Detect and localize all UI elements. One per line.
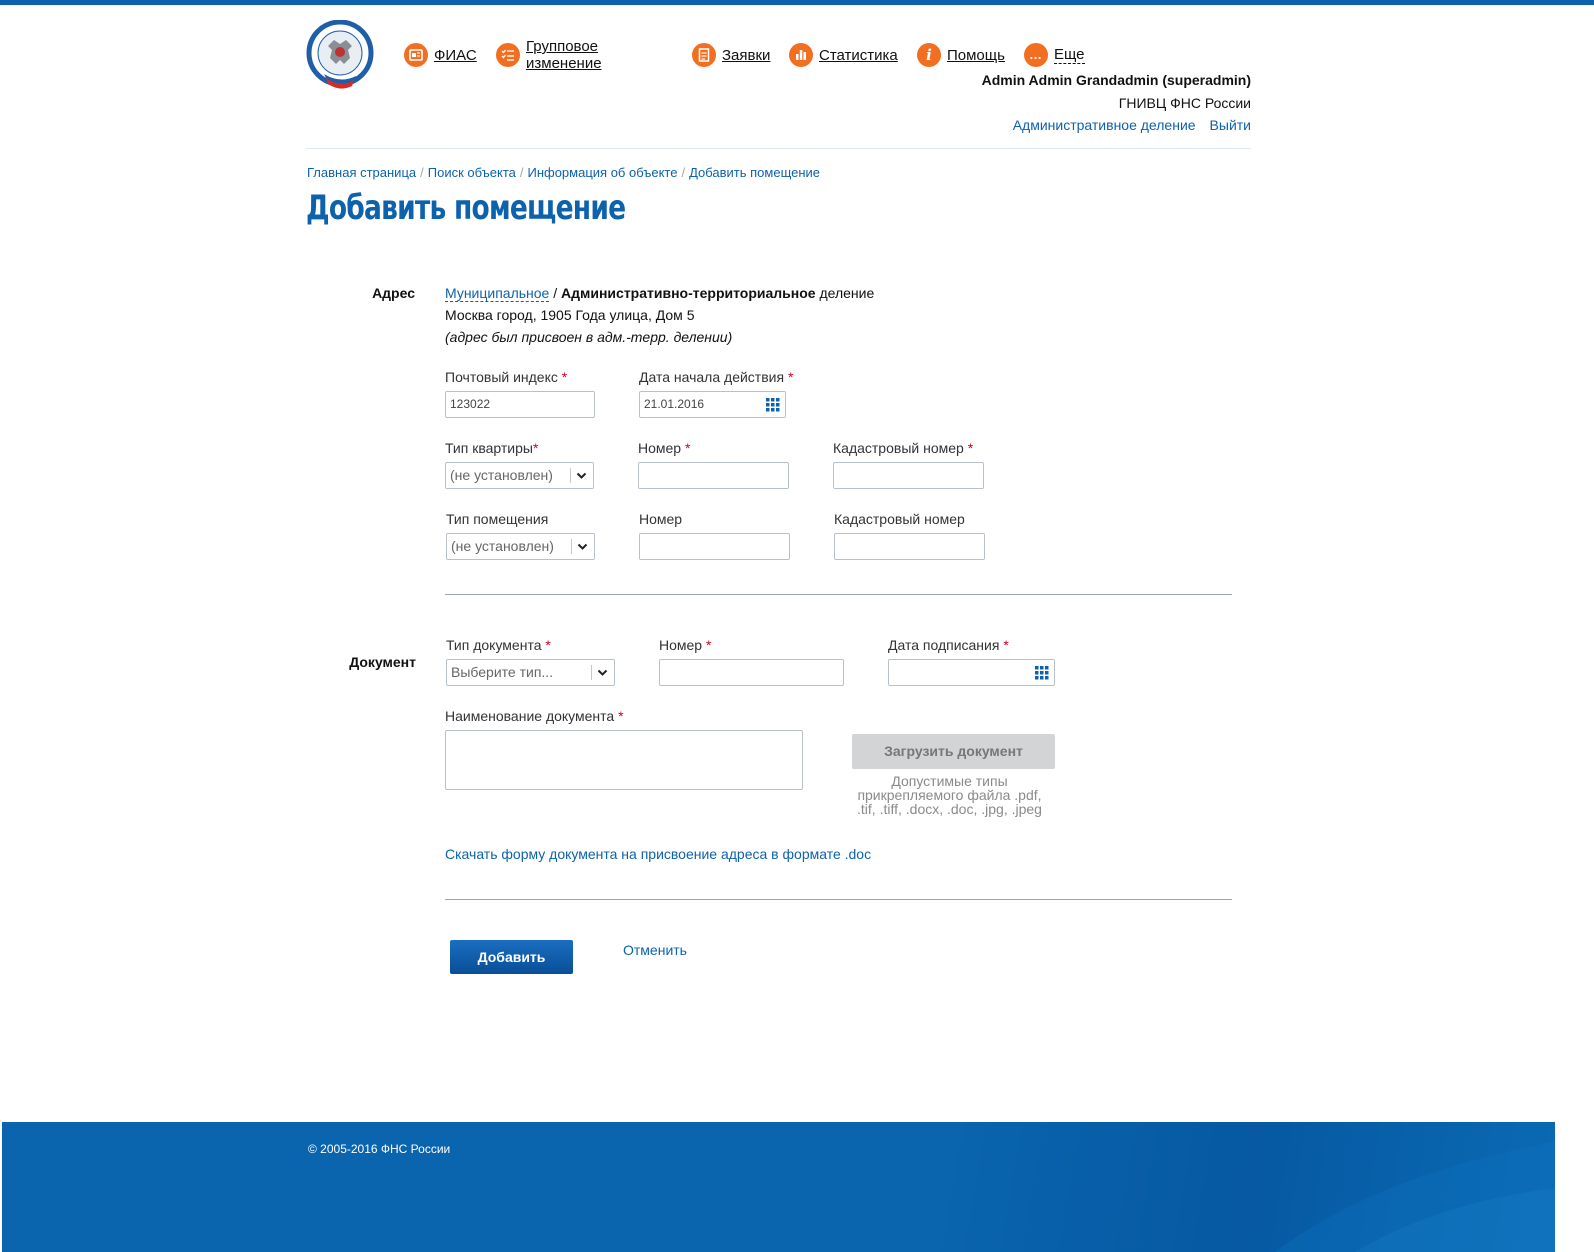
- more-icon: …: [1024, 43, 1048, 67]
- header-divider: [306, 148, 1251, 149]
- download-form-link[interactable]: Скачать форму документа на присвоение ад…: [445, 846, 871, 862]
- postal-index-label: Почтовый индекс *: [445, 369, 568, 385]
- apartment-type-select[interactable]: (не установлен): [445, 462, 594, 489]
- apartment-number-label: Номер *: [638, 440, 691, 456]
- footer-copyright: © 2005-2016 ФНС России: [308, 1142, 451, 1156]
- nav-help-label[interactable]: Помощь: [947, 47, 1005, 64]
- calendar-icon[interactable]: [766, 398, 780, 412]
- sign-date-input[interactable]: [888, 659, 1055, 686]
- document-name-label: Наименование документа *: [445, 708, 624, 724]
- apartment-cadastral-label: Кадастровый номер *: [833, 440, 974, 456]
- adm-division-label: Административно-территориальное: [561, 285, 816, 301]
- breadcrumb-search[interactable]: Поиск объекта: [428, 165, 516, 180]
- nav-more[interactable]: … Еще: [1024, 42, 1085, 68]
- top-accent-bar: [0, 0, 1594, 5]
- document-number-input[interactable]: [659, 659, 844, 686]
- upload-hint: Допустимые типы прикрепляемого файла .pd…: [857, 773, 1042, 817]
- nav-group-change[interactable]: Групповое изменение: [496, 38, 602, 72]
- room-number-input[interactable]: [639, 533, 790, 560]
- section-divider: [445, 899, 1232, 900]
- apartment-cadastral-input[interactable]: [833, 462, 984, 489]
- breadcrumb-current[interactable]: Добавить помещение: [689, 165, 820, 180]
- document-section-label: Документ: [349, 654, 416, 670]
- footer-decoration: [1275, 1141, 1555, 1252]
- nav-statistics[interactable]: Статистика: [789, 42, 898, 68]
- sign-date-label: Дата подписания *: [888, 637, 1009, 653]
- document-type-select[interactable]: Выберите тип...: [446, 659, 615, 686]
- chevron-down-icon: [597, 669, 608, 676]
- nav-requests-label[interactable]: Заявки: [722, 47, 770, 64]
- nav-statistics-label[interactable]: Статистика: [819, 47, 898, 64]
- nav-help[interactable]: i Помощь: [917, 42, 1005, 68]
- address-text: Москва город, 1905 Года улица, Дом 5: [445, 307, 695, 323]
- section-divider: [445, 594, 1232, 595]
- organization-name: ГНИВЦ ФНС России: [1118, 95, 1251, 111]
- document-icon: [692, 43, 716, 67]
- cancel-link[interactable]: Отменить: [623, 942, 687, 958]
- fns-logo-emblem: [306, 20, 374, 89]
- header-links: Административное деление Выйти: [999, 117, 1251, 133]
- document-type-label: Тип документа *: [446, 637, 551, 653]
- calendar-icon[interactable]: [1035, 666, 1049, 680]
- nav-group-change-label[interactable]: Групповое изменение: [526, 38, 602, 72]
- nav-more-label[interactable]: Еще: [1054, 46, 1085, 64]
- chevron-down-icon: [576, 472, 587, 479]
- room-cadastral-label: Кадастровый номер: [834, 511, 965, 527]
- footer: © 2005-2016 ФНС России: [2, 1122, 1555, 1252]
- address-note: (адрес был присвоен в адм.-терр. делении…: [445, 329, 733, 345]
- add-button[interactable]: Добавить: [450, 940, 573, 974]
- breadcrumb: Главная страница / Поиск объекта / Информаци…: [307, 165, 821, 180]
- book-icon: [404, 43, 428, 67]
- room-type-label: Тип помещения: [446, 511, 549, 527]
- nav-fias[interactable]: ФИАС: [404, 42, 477, 68]
- postal-index-input[interactable]: 123022: [445, 391, 595, 418]
- apartment-type-label: Тип квартиры*: [445, 440, 539, 456]
- room-cadastral-input[interactable]: [834, 533, 985, 560]
- division-selector: Муниципальное / Административно-территор…: [445, 285, 875, 302]
- nav-fias-label[interactable]: ФИАС: [434, 47, 477, 64]
- breadcrumb-object-info[interactable]: Информация об объекте: [527, 165, 677, 180]
- logout-link[interactable]: Выйти: [1210, 117, 1251, 133]
- bar-chart-icon: [789, 43, 813, 67]
- room-number-label: Номер: [639, 511, 683, 527]
- document-number-label: Номер *: [659, 637, 712, 653]
- document-name-textarea[interactable]: [445, 730, 803, 790]
- apartment-number-input[interactable]: [638, 462, 789, 489]
- start-date-label: Дата начала действия *: [639, 369, 794, 385]
- breadcrumb-home[interactable]: Главная страница: [307, 165, 416, 180]
- start-date-input[interactable]: 21.01.2016: [639, 391, 786, 418]
- checklist-icon: [496, 43, 520, 67]
- address-section-label: Адрес: [372, 285, 415, 301]
- municipal-division-toggle[interactable]: Муниципальное: [445, 285, 550, 302]
- page-title: Добавить помещение: [306, 188, 626, 228]
- chevron-down-icon: [577, 543, 588, 550]
- administrative-division-link[interactable]: Административное деление: [1013, 117, 1196, 133]
- nav-requests[interactable]: Заявки: [692, 42, 770, 68]
- info-icon: i: [917, 43, 941, 67]
- user-name: Admin Admin Grandadmin (superadmin): [981, 72, 1251, 88]
- room-type-select[interactable]: (не установлен): [446, 533, 595, 560]
- upload-document-button[interactable]: Загрузить документ: [852, 734, 1055, 769]
